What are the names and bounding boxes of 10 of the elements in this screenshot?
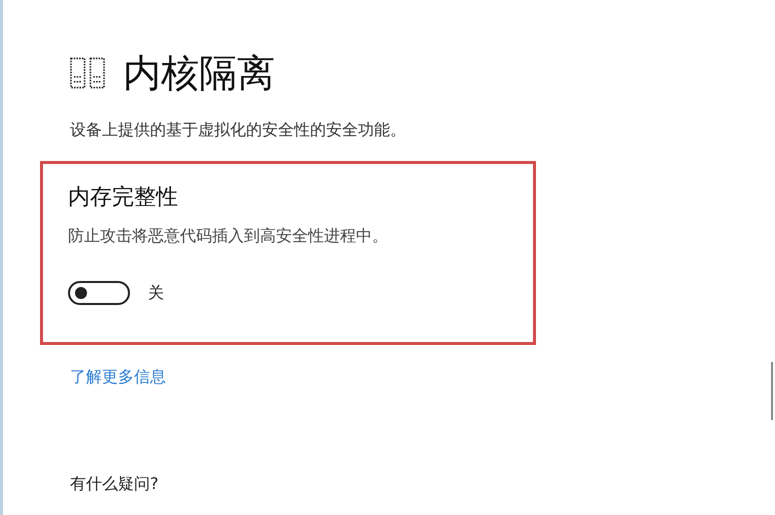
help-heading: 有什么疑问? — [70, 474, 158, 495]
scrollbar-thumb[interactable] — [771, 362, 773, 420]
setting-description: 防止攻击将恶意代码插入到高安全性进程中。 — [68, 226, 388, 247]
toggle-switch[interactable] — [68, 281, 130, 305]
setting-title: 内存完整性 — [68, 184, 178, 212]
learn-more-link[interactable]: 了解更多信息 — [70, 367, 166, 388]
chip-icon — [70, 57, 105, 89]
page-title: 内核隔离 — [123, 50, 275, 97]
page-description: 设备上提供的基于虚拟化的安全性的安全功能。 — [70, 120, 406, 141]
toggle-label: 关 — [148, 282, 164, 304]
